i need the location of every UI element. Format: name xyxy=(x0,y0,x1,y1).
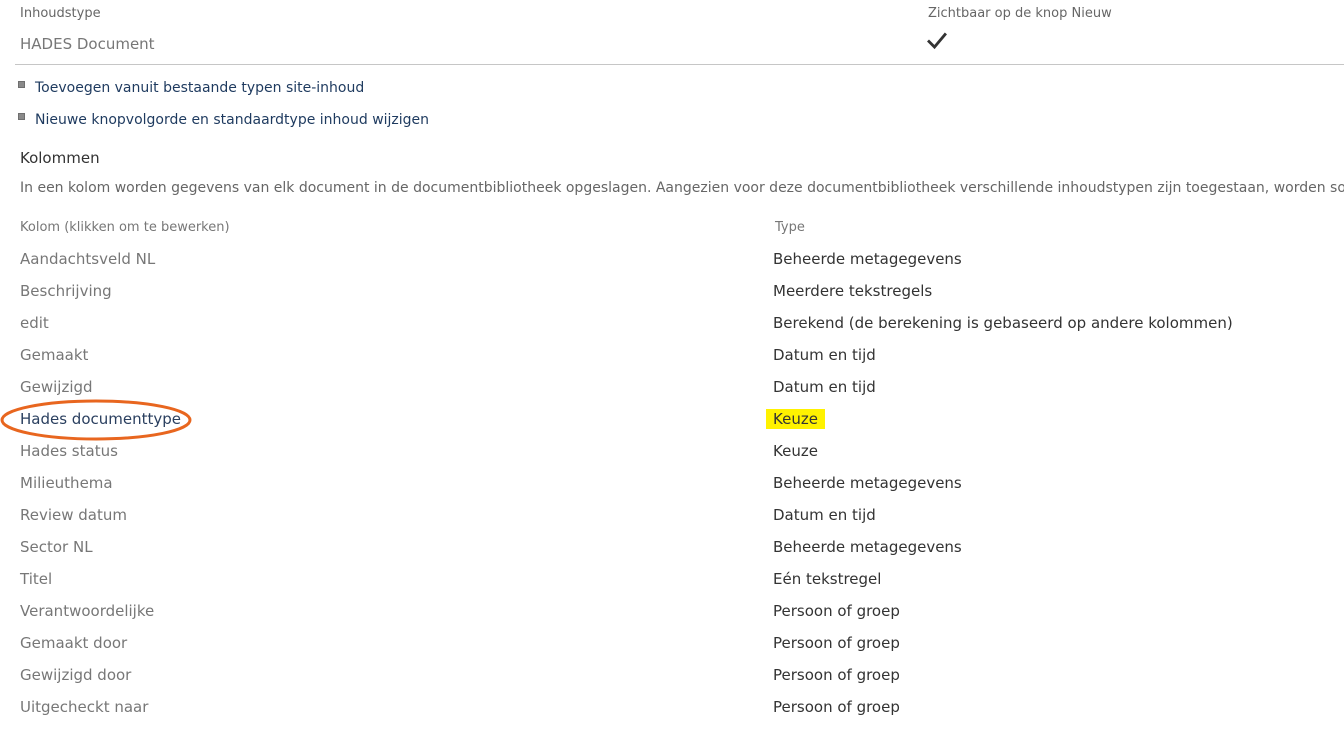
content-type-settings-page: Inhoudstype Zichtbaar op de knop Nieuw H… xyxy=(0,0,1344,738)
column-type: Datum en tijd xyxy=(773,378,876,396)
column-type: Berekend (de berekening is gebaseerd op … xyxy=(773,314,1233,332)
column-type: Persoon of groep xyxy=(773,666,900,684)
table-row: Verantwoordelijke Persoon of groep xyxy=(0,601,1344,633)
table-row: Sector NL Beheerde metagegevens xyxy=(0,537,1344,569)
table-row: Aandachtsveld NL Beheerde metagegevens xyxy=(0,249,1344,281)
column-type: Datum en tijd xyxy=(773,506,876,524)
column-type: Beheerde metagegevens xyxy=(773,474,962,492)
column-name-link[interactable]: edit xyxy=(20,313,49,333)
table-row: Hades documenttype Keuze xyxy=(0,409,1344,441)
content-type-column-header: Inhoudstype xyxy=(20,6,101,21)
column-type: Eén tekstregel xyxy=(773,570,882,588)
table-row: Review datum Datum en tijd xyxy=(0,505,1344,537)
column-name-link[interactable]: Milieuthema xyxy=(20,473,113,493)
column-name-header: Kolom (klikken om te bewerken) xyxy=(20,220,230,235)
column-name-link[interactable]: Aandachtsveld NL xyxy=(20,249,155,269)
column-type: Datum en tijd xyxy=(773,346,876,364)
column-name-link[interactable]: Verantwoordelijke xyxy=(20,601,154,621)
columns-section-title: Kolommen xyxy=(20,149,100,167)
column-name-link[interactable]: Uitgecheckt naar xyxy=(20,697,148,717)
column-type: Beheerde metagegevens xyxy=(773,538,962,556)
table-row: Uitgecheckt naar Persoon of groep xyxy=(0,697,1344,729)
column-type: Keuze xyxy=(773,442,818,460)
column-type: Persoon of groep xyxy=(773,698,900,716)
column-name-link[interactable]: Gemaakt door xyxy=(20,633,127,653)
add-existing-content-types-link[interactable]: Toevoegen vanuit bestaande typen site-in… xyxy=(35,80,364,96)
columns-section-description: In een kolom worden gegevens van elk doc… xyxy=(20,180,1344,196)
column-name-link[interactable]: Sector NL xyxy=(20,537,93,557)
column-type-header: Type xyxy=(775,220,805,235)
column-type: Persoon of groep xyxy=(773,602,900,620)
bullet-square-icon xyxy=(18,80,25,88)
table-row: edit Berekend (de berekening is gebaseerd… xyxy=(0,313,1344,345)
column-name-link[interactable]: Hades documenttype xyxy=(20,409,181,429)
column-name-link[interactable]: Hades status xyxy=(20,441,118,461)
column-name-link[interactable]: Gemaakt xyxy=(20,345,88,365)
change-button-order-link-row[interactable]: Nieuwe knopvolgorde en standaardtype inh… xyxy=(18,112,429,128)
add-existing-content-types-link-row[interactable]: Toevoegen vanuit bestaande typen site-in… xyxy=(18,80,364,96)
table-row: Gewijzigd Datum en tijd xyxy=(0,377,1344,409)
checkmark-icon xyxy=(927,32,947,50)
column-type: Meerdere tekstregels xyxy=(773,282,933,300)
table-row: Milieuthema Beheerde metagegevens xyxy=(0,473,1344,505)
content-type-name[interactable]: HADES Document xyxy=(20,35,155,53)
column-name-link[interactable]: Gewijzigd door xyxy=(20,665,131,685)
table-row: Hades status Keuze xyxy=(0,441,1344,473)
column-type: Beheerde metagegevens xyxy=(773,250,962,268)
table-row: Gemaakt door Persoon of groep xyxy=(0,633,1344,665)
change-button-order-link[interactable]: Nieuwe knopvolgorde en standaardtype inh… xyxy=(35,112,429,128)
column-name-link[interactable]: Gewijzigd xyxy=(20,377,93,397)
column-name-link[interactable]: Review datum xyxy=(20,505,127,525)
divider xyxy=(15,64,1344,65)
column-name-link[interactable]: Titel xyxy=(20,569,52,589)
column-type: Keuze xyxy=(766,409,825,429)
column-name-link[interactable]: Beschrijving xyxy=(20,281,112,301)
table-row: Gemaakt Datum en tijd xyxy=(0,345,1344,377)
table-row: Gewijzigd door Persoon of groep xyxy=(0,665,1344,697)
visible-on-new-button-header: Zichtbaar op de knop Nieuw xyxy=(928,6,1112,21)
table-row: Titel Eén tekstregel xyxy=(0,569,1344,601)
column-type: Persoon of groep xyxy=(773,634,900,652)
bullet-square-icon xyxy=(18,112,25,120)
table-row: Beschrijving Meerdere tekstregels xyxy=(0,281,1344,313)
